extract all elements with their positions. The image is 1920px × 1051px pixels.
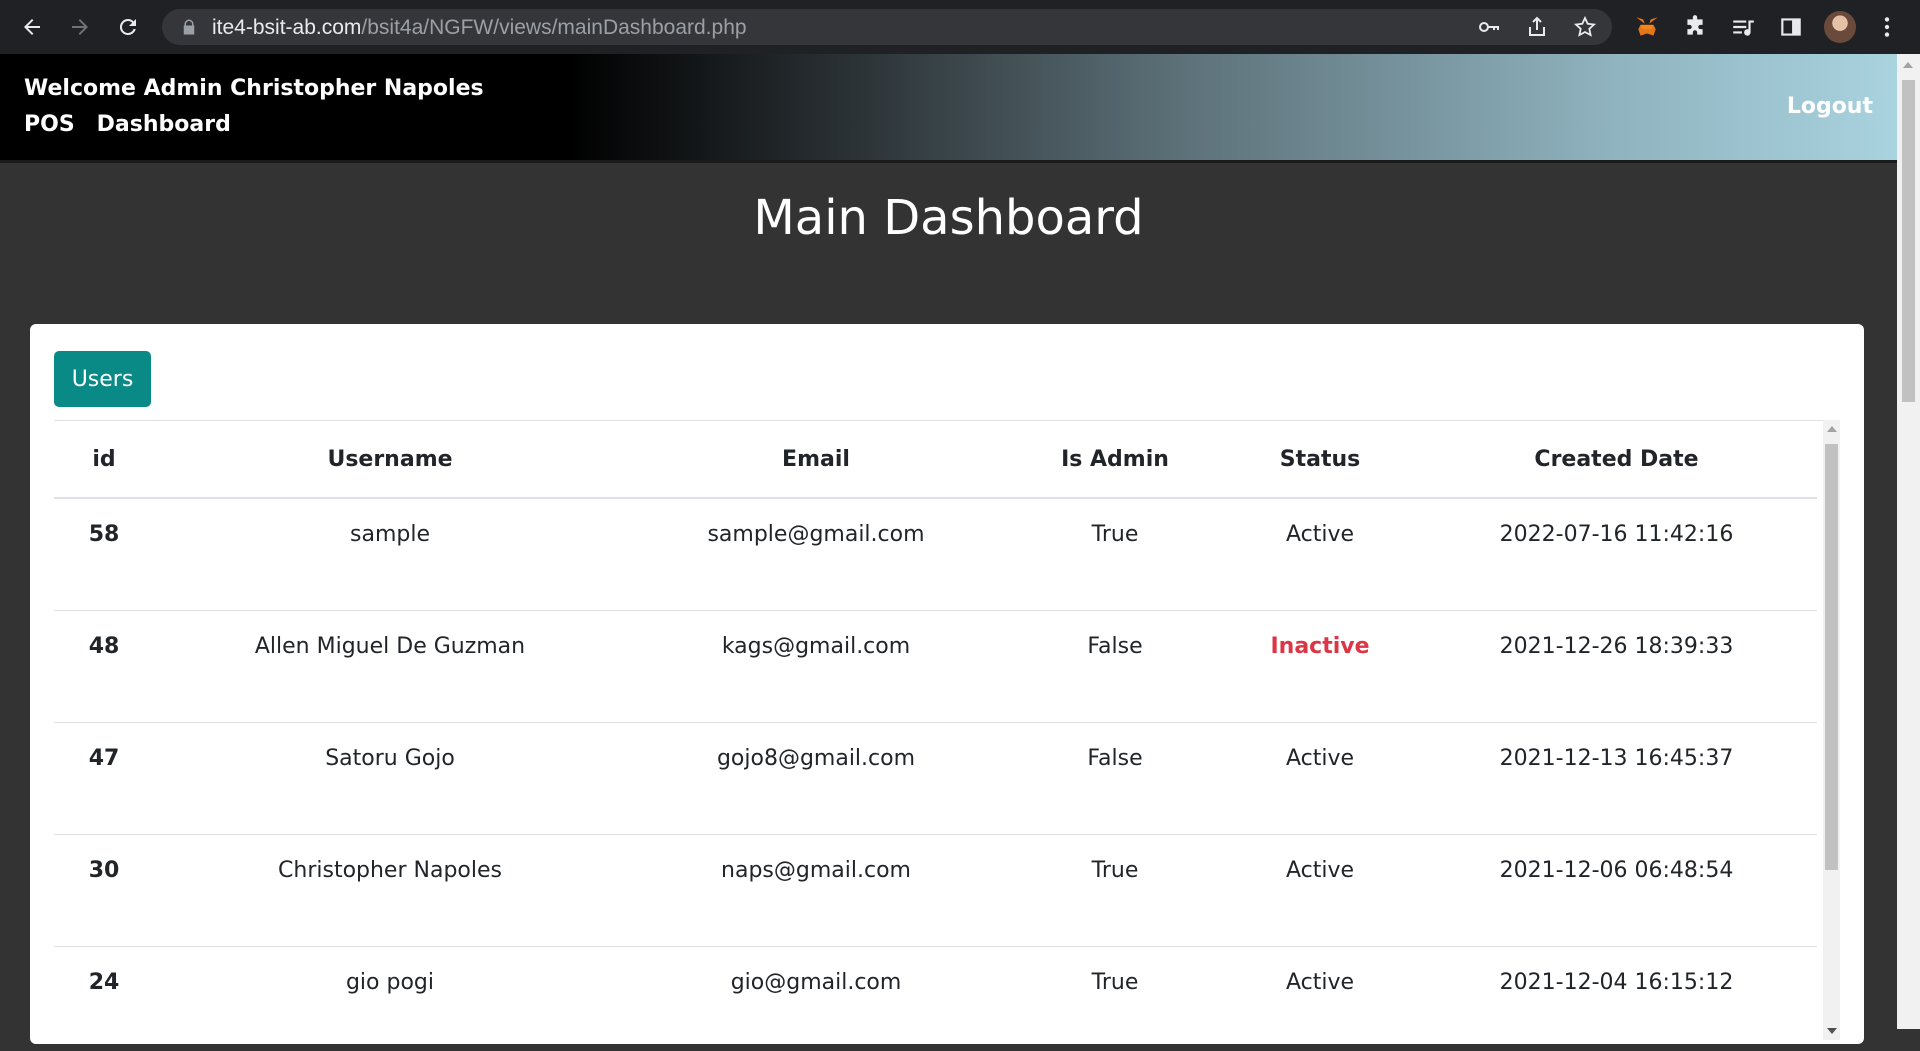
column-header-id: id bbox=[54, 421, 154, 499]
column-header-email: Email bbox=[626, 421, 1006, 499]
page-scrollbar[interactable] bbox=[1897, 54, 1920, 1029]
cell-is-admin: True bbox=[1006, 946, 1224, 1051]
media-icon[interactable] bbox=[1730, 14, 1756, 40]
logout-link[interactable]: Logout bbox=[1787, 94, 1873, 119]
column-header-is-admin: Is Admin bbox=[1006, 421, 1224, 499]
cell-created-date: 2021-12-26 18:39:33 bbox=[1416, 610, 1817, 723]
table-scroll-up-icon[interactable] bbox=[1827, 426, 1837, 432]
cell-status: Active bbox=[1224, 946, 1416, 1051]
column-header-created-date: Created Date bbox=[1416, 421, 1817, 499]
cell-id: 58 bbox=[54, 498, 154, 611]
cell-is-admin: True bbox=[1006, 834, 1224, 947]
cell-id: 30 bbox=[54, 834, 154, 947]
page-title: Main Dashboard bbox=[753, 190, 1144, 246]
browser-toolbar: ite4-bsit-ab.com/bsit4a/NGFW/views/mainD… bbox=[0, 0, 1920, 54]
cell-is-admin: False bbox=[1006, 610, 1224, 723]
users-table-container: id Username Email Is Admin Status Create… bbox=[54, 420, 1840, 1051]
cell-created-date: 2021-12-06 06:48:54 bbox=[1416, 834, 1817, 947]
table-row: 24 gio pogi gio@gmail.com True Active 20… bbox=[54, 946, 1817, 1051]
address-bar[interactable]: ite4-bsit-ab.com/bsit4a/NGFW/views/mainD… bbox=[162, 9, 1612, 45]
table-row: 30 Christopher Napoles naps@gmail.com Tr… bbox=[54, 834, 1817, 947]
column-header-username: Username bbox=[154, 421, 626, 499]
cell-is-admin: True bbox=[1006, 498, 1224, 611]
cell-created-date: 2022-07-16 11:42:16 bbox=[1416, 498, 1817, 611]
page-scrollbar-thumb[interactable] bbox=[1902, 80, 1915, 402]
url-text: ite4-bsit-ab.com/bsit4a/NGFW/views/mainD… bbox=[212, 16, 747, 39]
cell-id: 24 bbox=[54, 946, 154, 1051]
users-table: id Username Email Is Admin Status Create… bbox=[54, 421, 1817, 1051]
sidepanel-icon[interactable] bbox=[1778, 14, 1804, 40]
header-nav: POS Dashboard bbox=[24, 112, 231, 137]
scroll-up-icon[interactable] bbox=[1903, 62, 1913, 68]
users-card: Users id Username Email Is Admin Status … bbox=[30, 324, 1864, 1051]
forward-icon[interactable] bbox=[64, 11, 96, 43]
reload-icon[interactable] bbox=[112, 11, 144, 43]
column-header-status: Status bbox=[1224, 421, 1416, 499]
extensions-icon[interactable] bbox=[1682, 14, 1708, 40]
menu-icon[interactable] bbox=[1874, 14, 1900, 40]
cell-email: sample@gmail.com bbox=[626, 498, 1006, 611]
site-header: Welcome Admin Christopher Napoles POS Da… bbox=[0, 54, 1897, 163]
cell-created-date: 2021-12-04 16:15:12 bbox=[1416, 946, 1817, 1051]
cell-username: gio pogi bbox=[154, 946, 626, 1051]
table-scrollbar[interactable] bbox=[1823, 420, 1840, 1040]
key-icon[interactable] bbox=[1477, 15, 1501, 39]
cell-status: Active bbox=[1224, 834, 1416, 947]
cell-id: 48 bbox=[54, 610, 154, 723]
cell-id: 47 bbox=[54, 722, 154, 835]
table-row: 47 Satoru Gojo gojo8@gmail.com False Act… bbox=[54, 722, 1817, 835]
cell-email: naps@gmail.com bbox=[626, 834, 1006, 947]
welcome-text: Welcome Admin Christopher Napoles bbox=[24, 76, 484, 101]
table-row: 48 Allen Miguel De Guzman kags@gmail.com… bbox=[54, 610, 1817, 723]
lock-icon[interactable] bbox=[180, 18, 198, 36]
cell-email: gojo8@gmail.com bbox=[626, 722, 1006, 835]
cell-username: Allen Miguel De Guzman bbox=[154, 610, 626, 723]
table-row: 58 sample sample@gmail.com True Active 2… bbox=[54, 498, 1817, 611]
cell-email: kags@gmail.com bbox=[626, 610, 1006, 723]
table-scrollbar-thumb[interactable] bbox=[1825, 444, 1838, 870]
cell-username: Satoru Gojo bbox=[154, 722, 626, 835]
nav-link-dashboard[interactable]: Dashboard bbox=[97, 112, 231, 137]
table-header-row: id Username Email Is Admin Status Create… bbox=[54, 421, 1817, 499]
cell-status: Inactive bbox=[1224, 610, 1416, 723]
star-icon[interactable] bbox=[1573, 15, 1597, 39]
cell-username: Christopher Napoles bbox=[154, 834, 626, 947]
back-icon[interactable] bbox=[16, 11, 48, 43]
cell-email: gio@gmail.com bbox=[626, 946, 1006, 1051]
users-button[interactable]: Users bbox=[54, 351, 151, 407]
cell-username: sample bbox=[154, 498, 626, 611]
cell-status: Active bbox=[1224, 498, 1416, 611]
nav-link-pos[interactable]: POS bbox=[24, 112, 75, 137]
share-icon[interactable] bbox=[1525, 15, 1549, 39]
cell-status: Active bbox=[1224, 722, 1416, 835]
cell-created-date: 2021-12-13 16:45:37 bbox=[1416, 722, 1817, 835]
avatar[interactable] bbox=[1824, 11, 1856, 43]
metamask-icon[interactable] bbox=[1634, 14, 1660, 40]
cell-is-admin: False bbox=[1006, 722, 1224, 835]
